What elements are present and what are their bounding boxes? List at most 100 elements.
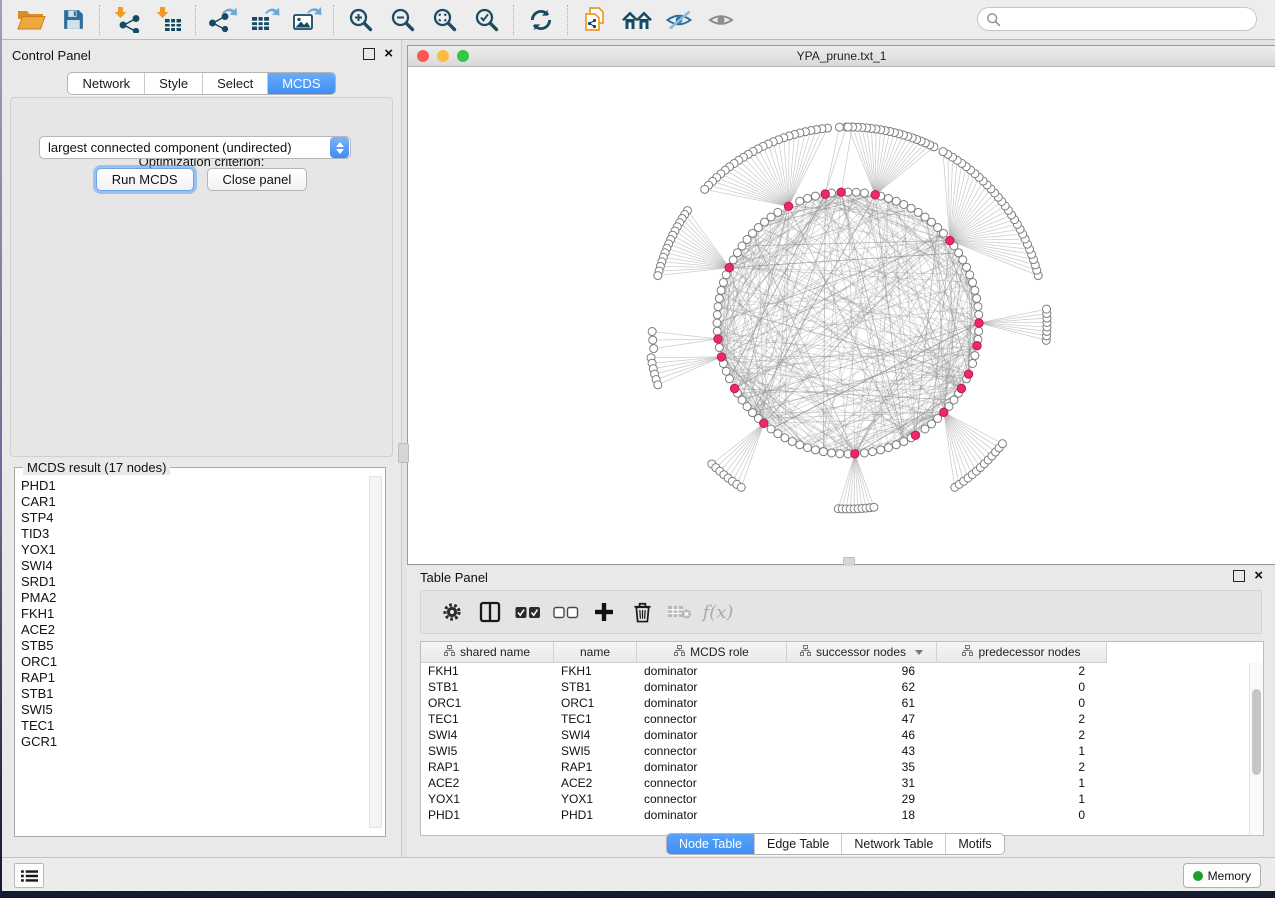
- export-network-icon[interactable]: [202, 3, 244, 37]
- graph-node[interactable]: [760, 419, 768, 427]
- clone-network-icon[interactable]: [574, 3, 616, 37]
- mcds-result-item[interactable]: YOX1: [21, 542, 367, 558]
- vertical-splitter-handle[interactable]: [398, 443, 409, 463]
- mcds-result-item[interactable]: STB1: [21, 686, 367, 702]
- graph-node[interactable]: [788, 438, 796, 446]
- mcds-list-scrollbar[interactable]: [369, 476, 382, 828]
- graph-node[interactable]: [907, 204, 915, 212]
- gear-icon[interactable]: [433, 595, 471, 629]
- graph-node[interactable]: [957, 384, 965, 392]
- graph-node[interactable]: [835, 123, 843, 131]
- search-field[interactable]: [977, 7, 1257, 31]
- table-row[interactable]: YOX1YOX1connector291: [421, 791, 1250, 807]
- graph-node[interactable]: [975, 311, 983, 319]
- graph-node[interactable]: [774, 430, 782, 438]
- mcds-result-item[interactable]: STP4: [21, 510, 367, 526]
- columns-icon[interactable]: [471, 595, 509, 629]
- graph-node[interactable]: [884, 194, 892, 202]
- graph-node[interactable]: [725, 263, 733, 271]
- first-neighbors-icon[interactable]: [616, 3, 658, 37]
- graph-node[interactable]: [934, 414, 942, 422]
- table-row[interactable]: STB1STB1dominator620: [421, 679, 1250, 695]
- import-network-icon[interactable]: [106, 3, 148, 37]
- graph-node[interactable]: [860, 449, 868, 457]
- graph-node[interactable]: [871, 191, 879, 199]
- graph-node[interactable]: [648, 328, 656, 336]
- float-table-panel-icon[interactable]: [1233, 570, 1245, 582]
- graph-node[interactable]: [966, 271, 974, 279]
- mcds-result-item[interactable]: GCR1: [21, 734, 367, 750]
- table-row[interactable]: SWI4SWI4dominator462: [421, 727, 1250, 743]
- network-window-titlebar[interactable]: YPA_prune.txt_1: [408, 46, 1275, 67]
- table-scrollbar-thumb[interactable]: [1252, 689, 1261, 775]
- graph-node[interactable]: [877, 446, 885, 454]
- graph-node[interactable]: [804, 444, 812, 452]
- graph-node[interactable]: [870, 503, 878, 511]
- graph-node[interactable]: [973, 294, 981, 302]
- graph-node[interactable]: [828, 449, 836, 457]
- graph-node[interactable]: [964, 370, 972, 378]
- graph-node[interactable]: [784, 202, 792, 210]
- zoom-fit-icon[interactable]: [424, 3, 466, 37]
- graph-node[interactable]: [973, 342, 981, 350]
- column-header-MCDS-role[interactable]: MCDS role: [637, 642, 787, 663]
- graph-node[interactable]: [821, 190, 829, 198]
- hide-selected-icon[interactable]: [658, 3, 700, 37]
- graph-node[interactable]: [725, 375, 733, 383]
- mcds-result-item[interactable]: PMA2: [21, 590, 367, 606]
- mcds-result-item[interactable]: SWI5: [21, 702, 367, 718]
- search-input[interactable]: [1001, 11, 1256, 27]
- tab-network-table[interactable]: Network Table: [841, 834, 945, 854]
- graph-node[interactable]: [975, 327, 983, 335]
- mcds-result-item[interactable]: CAR1: [21, 494, 367, 510]
- tab-select[interactable]: Select: [202, 73, 267, 94]
- close-table-panel-icon[interactable]: ×: [1254, 571, 1263, 581]
- select-all-icon[interactable]: [509, 595, 547, 629]
- table-row[interactable]: RAP1RAP1dominator352: [421, 759, 1250, 775]
- table-row[interactable]: ACE2ACE2connector311: [421, 775, 1250, 791]
- graph-node[interactable]: [713, 319, 721, 327]
- graph-node[interactable]: [869, 448, 877, 456]
- tab-node-table[interactable]: Node Table: [667, 833, 754, 855]
- task-history-button[interactable]: [14, 863, 44, 888]
- graph-node[interactable]: [781, 434, 789, 442]
- graph-node[interactable]: [884, 444, 892, 452]
- mcds-result-item[interactable]: RAP1: [21, 670, 367, 686]
- graph-node[interactable]: [804, 194, 812, 202]
- graph-node[interactable]: [998, 440, 1006, 448]
- tab-mcds[interactable]: MCDS: [267, 72, 334, 95]
- open-folder-icon[interactable]: [10, 3, 52, 37]
- graph-node[interactable]: [969, 359, 977, 367]
- show-all-icon[interactable]: [700, 3, 742, 37]
- column-header-predecessor-nodes[interactable]: predecessor nodes: [937, 642, 1107, 663]
- graph-node[interactable]: [729, 256, 737, 264]
- import-table-icon[interactable]: [148, 3, 190, 37]
- column-header-name[interactable]: name: [554, 642, 637, 663]
- optimization-criterion-dropdown[interactable]: largest connected component (undirected): [39, 136, 351, 159]
- mcds-result-item[interactable]: TID3: [21, 526, 367, 542]
- mcds-result-item[interactable]: SWI4: [21, 558, 367, 574]
- graph-node[interactable]: [717, 286, 725, 294]
- graph-node[interactable]: [713, 327, 721, 335]
- graph-node[interactable]: [844, 123, 852, 131]
- graph-node[interactable]: [796, 197, 804, 205]
- table-row[interactable]: ORC1ORC1dominator610: [421, 695, 1250, 711]
- graph-node[interactable]: [860, 189, 868, 197]
- graph-node[interactable]: [796, 441, 804, 449]
- graph-node[interactable]: [892, 197, 900, 205]
- graph-node[interactable]: [971, 286, 979, 294]
- graph-node[interactable]: [654, 381, 662, 389]
- table-row[interactable]: TEC1TEC1connector472: [421, 711, 1250, 727]
- graph-node[interactable]: [811, 446, 819, 454]
- deselect-all-icon[interactable]: [547, 595, 585, 629]
- graph-node[interactable]: [939, 148, 947, 156]
- graph-node[interactable]: [715, 344, 723, 352]
- table-scrollbar[interactable]: [1249, 663, 1263, 835]
- tab-network[interactable]: Network: [68, 73, 144, 94]
- export-image-icon[interactable]: [286, 3, 328, 37]
- graph-node[interactable]: [733, 249, 741, 257]
- graph-node[interactable]: [900, 438, 908, 446]
- mcds-result-item[interactable]: PHD1: [21, 478, 367, 494]
- column-header-shared-name[interactable]: shared name: [421, 642, 554, 663]
- mcds-result-list[interactable]: PHD1CAR1STP4TID3YOX1SWI4SRD1PMA2FKH1ACE2…: [21, 478, 367, 830]
